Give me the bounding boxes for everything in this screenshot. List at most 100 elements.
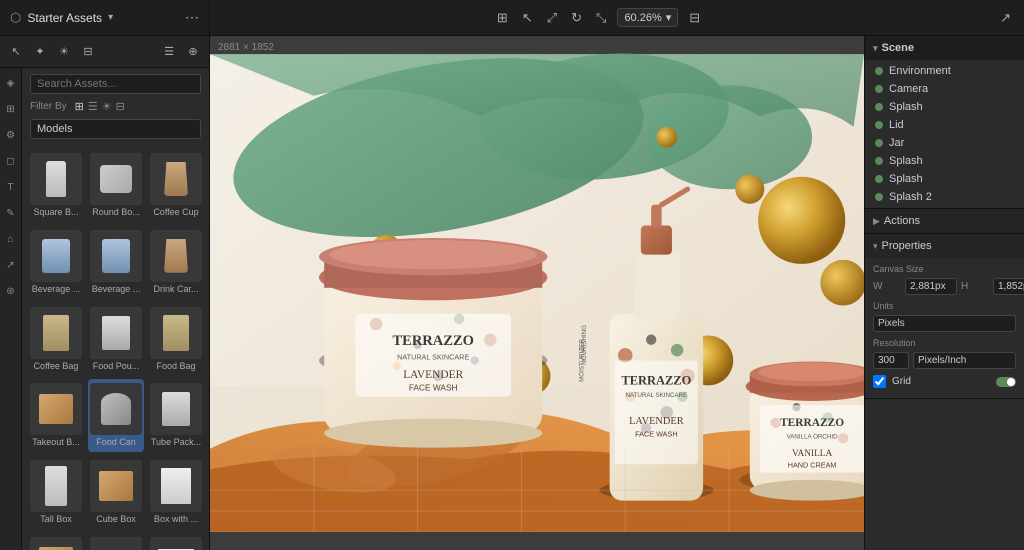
asset-item-coffee-bag[interactable]: Coffee Bag: [28, 303, 84, 376]
svg-text:VANILLA ORCHID: VANILLA ORCHID: [787, 433, 839, 440]
sidebar-tool-4[interactable]: ⊟: [78, 42, 98, 62]
resolution-row: Pixels/Inch: [873, 352, 1016, 369]
svg-text:VANILLA: VANILLA: [792, 449, 833, 459]
asset-item-coffee-cup[interactable]: Coffee Cup: [148, 149, 204, 222]
resolution-label: Resolution: [873, 338, 1016, 348]
asset-item-food-bag[interactable]: Food Bag: [148, 303, 204, 376]
scene-item-4[interactable]: Jar: [865, 134, 1024, 152]
asset-item-box-with[interactable]: Box with ...: [148, 456, 204, 529]
sidebar-icon-cursor[interactable]: ↗: [2, 256, 20, 274]
search-input[interactable]: [30, 74, 201, 94]
right-panel: ▾ Scene Environment Camera Splash Lid Ja…: [864, 36, 1024, 550]
grid-checkbox[interactable]: [873, 375, 886, 388]
actions-header[interactable]: ▶ Actions: [865, 209, 1024, 233]
sidebar-icon-search[interactable]: ⊛: [2, 282, 20, 300]
sidebar-icon-paint[interactable]: ✎: [2, 204, 20, 222]
asset-item-tube-pack[interactable]: Tube Pack...: [148, 379, 204, 452]
sidebar-icon-camera[interactable]: ⌂: [2, 230, 20, 248]
asset-item-tall-box[interactable]: Tall Box: [28, 456, 84, 529]
asset-label-coffee-cup: Coffee Cup: [153, 207, 198, 218]
move-icon[interactable]: ⤢: [544, 7, 560, 29]
filter-icon-sun[interactable]: ☀: [102, 100, 112, 113]
properties-header[interactable]: ▾ Properties: [865, 234, 1024, 258]
grid-row: Grid: [873, 375, 1016, 388]
sidebar-tool-5[interactable]: ☰: [159, 42, 179, 62]
asset-item-stack-c[interactable]: Stack of C...: [148, 533, 204, 550]
sidebar-icon-layers[interactable]: ⊞: [2, 100, 20, 118]
asset-thumb-cube-box: [90, 460, 142, 512]
canvas-viewport[interactable]: TERRAZZO NATURAL SKINCARE LAVENDER FACE …: [210, 36, 864, 550]
scene-item-dot-4: [875, 139, 883, 147]
asset-item-beverage-1[interactable]: Beverage ...: [28, 226, 84, 299]
svg-text:FACE WASH: FACE WASH: [635, 429, 677, 438]
properties-content: Canvas Size W H Units Pixels Resolution: [865, 258, 1024, 398]
scene-header[interactable]: ▾ Scene: [865, 36, 1024, 60]
sidebar-icon-shapes[interactable]: ◻: [2, 152, 20, 170]
scene-item-3[interactable]: Lid: [865, 116, 1024, 134]
properties-section: ▾ Properties Canvas Size W H Units Pixel…: [865, 234, 1024, 399]
asset-item-beverage-2[interactable]: Beverage ...: [88, 226, 144, 299]
scene-item-1[interactable]: Camera: [865, 80, 1024, 98]
scale-icon[interactable]: ⤡: [593, 7, 609, 29]
scene-item-dot-0: [875, 67, 883, 75]
asset-item-food-pou[interactable]: Food Pou...: [88, 303, 144, 376]
category-select-wrapper: Models: [30, 119, 201, 139]
filter-icon-list[interactable]: ☰: [88, 100, 98, 113]
sidebar-tool-3[interactable]: ☀: [54, 42, 74, 62]
sidebar-panel: Filter By ⊞ ☰ ☀ ⊟ Models Square B... Rou…: [22, 68, 209, 550]
sidebar-tool-6[interactable]: ⊕: [183, 42, 203, 62]
scene-item-2[interactable]: Splash: [865, 98, 1024, 116]
asset-thumb-beverage-2: [90, 230, 142, 282]
cursor-icon[interactable]: ↖: [519, 7, 536, 29]
asset-item-drink-car[interactable]: Drink Car...: [148, 226, 204, 299]
scene-item-0[interactable]: Environment: [865, 62, 1024, 80]
layout-icon[interactable]: ⊟: [686, 7, 703, 29]
canvas-size-label: Canvas Size: [873, 264, 1016, 274]
sidebar-tool-1[interactable]: ↖: [6, 42, 26, 62]
zoom-control[interactable]: 60.26% ▾: [617, 8, 678, 27]
sidebar-icon-type[interactable]: T: [2, 178, 20, 196]
topbar-left: ⬡ Starter Assets ▾ ⋯: [0, 0, 210, 35]
grid-toggle[interactable]: [996, 377, 1016, 387]
props-chevron-icon: ▾: [873, 241, 878, 252]
asset-item-takeout-b[interactable]: Takeout B...: [28, 379, 84, 452]
asset-thumb-business: [90, 537, 142, 550]
sidebar-toolbar: ↖ ✦ ☀ ⊟ ☰ ⊕: [0, 36, 209, 68]
asset-item-business[interactable]: Business ...: [88, 533, 144, 550]
canvas-width-input[interactable]: [905, 278, 957, 295]
filter-icon-image[interactable]: ⊟: [116, 100, 125, 113]
scene-item-dot-1: [875, 85, 883, 93]
asset-item-tied-strin[interactable]: Tied Strin...: [28, 533, 84, 550]
asset-thumb-tube-pack: [150, 383, 202, 435]
scene-item-label-6: Splash: [889, 173, 923, 185]
canvas-height-input[interactable]: [993, 278, 1024, 295]
asset-label-beverage-2: Beverage ...: [92, 284, 141, 295]
scene-item-label-5: Splash: [889, 155, 923, 167]
actions-chevron-icon: ▶: [873, 216, 880, 227]
svg-text:NATURAL SKINCARE: NATURAL SKINCARE: [625, 392, 687, 399]
asset-item-round-bo[interactable]: Round Bo...: [88, 149, 144, 222]
resolution-input[interactable]: [873, 352, 909, 369]
units-dropdown[interactable]: Pixels: [873, 315, 1016, 332]
asset-item-food-can[interactable]: Food Can: [88, 379, 144, 452]
filter-icon-grid[interactable]: ⊞: [75, 100, 84, 113]
asset-thumb-square-b: [30, 153, 82, 205]
search-bar: [22, 68, 209, 100]
scene-item-7[interactable]: Splash 2: [865, 188, 1024, 206]
sidebar-icon-settings[interactable]: ⚙: [2, 126, 20, 144]
grid-view-icon[interactable]: ⊞: [494, 7, 511, 29]
more-options-button[interactable]: ⋯: [185, 9, 199, 26]
rotate-icon[interactable]: ↻: [568, 7, 585, 29]
asset-item-square-b[interactable]: Square B...: [28, 149, 84, 222]
scene-item-6[interactable]: Splash: [865, 170, 1024, 188]
resolution-unit-dropdown[interactable]: Pixels/Inch: [913, 352, 1016, 369]
scene-item-5[interactable]: Splash: [865, 152, 1024, 170]
scene-item-dot-5: [875, 157, 883, 165]
asset-thumb-stack-c: [150, 537, 202, 550]
svg-text:TERRAZZO: TERRAZZO: [780, 417, 844, 429]
export-icon[interactable]: ↗: [997, 7, 1014, 29]
category-dropdown[interactable]: Models: [30, 119, 201, 139]
sidebar-tool-2[interactable]: ✦: [30, 42, 50, 62]
sidebar-icon-assets[interactable]: ◈: [2, 74, 20, 92]
asset-item-cube-box[interactable]: Cube Box: [88, 456, 144, 529]
